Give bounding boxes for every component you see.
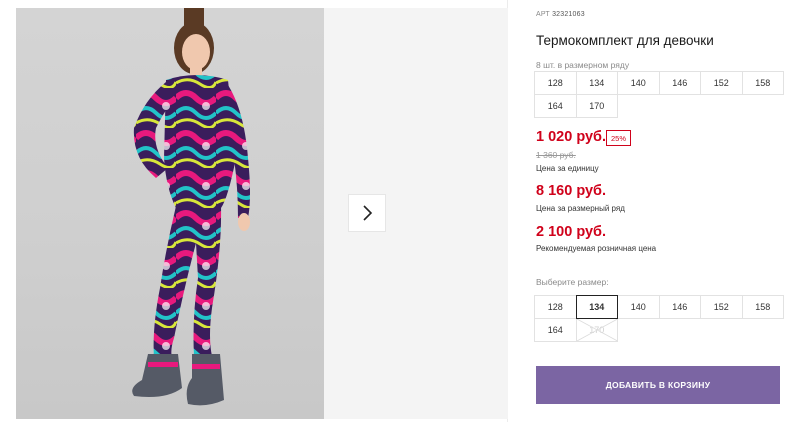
size-option-158[interactable]: 158 xyxy=(741,295,784,319)
next-image-button[interactable] xyxy=(348,194,386,232)
size-row-grid: 128 134 140 146 152 158 164 170 xyxy=(534,71,784,118)
product-gallery xyxy=(0,0,508,422)
row-price-note: Цена за размерный ряд xyxy=(536,204,625,213)
size-option-128[interactable]: 128 xyxy=(534,295,577,319)
sku-line: АРТ 32321063 xyxy=(536,11,585,18)
girl-thermal-set-image xyxy=(132,8,250,406)
size-option-170-unavailable: 170 xyxy=(575,318,618,342)
product-title: Термокомплект для девочки xyxy=(536,33,714,48)
product-photo xyxy=(16,8,324,419)
size-row-cell: 128 xyxy=(534,71,577,95)
size-row-cell: 134 xyxy=(575,71,618,95)
size-option-140[interactable]: 140 xyxy=(617,295,660,319)
size-row-label: 8 шт. в размерном ряду xyxy=(536,60,630,70)
sku-label: АРТ xyxy=(536,11,550,18)
select-size-label: Выберите размер: xyxy=(536,277,609,287)
unavailable-cross-icon xyxy=(576,319,617,341)
size-selector: 128 134 140 146 152 158 164 170 xyxy=(534,295,784,342)
size-row-cell: 170 xyxy=(575,94,618,118)
unit-price-note: Цена за единицу xyxy=(536,164,599,173)
retail-price-note: Рекомендуемая розничная цена xyxy=(536,244,657,253)
old-price: 1 360 руб. xyxy=(536,150,576,160)
row-price: 8 160 руб. xyxy=(536,183,607,199)
size-row-cell: 146 xyxy=(658,71,701,95)
sku-number: 32321063 xyxy=(552,11,585,18)
size-option-152[interactable]: 152 xyxy=(700,295,743,319)
size-row-cell: 152 xyxy=(700,71,743,95)
add-to-cart-button[interactable]: ДОБАВИТЬ В КОРЗИНУ xyxy=(536,366,780,404)
size-row-cell: 140 xyxy=(617,71,660,95)
size-option-134[interactable]: 134 xyxy=(575,295,618,319)
chevron-right-icon xyxy=(363,205,373,221)
retail-price: 2 100 руб. xyxy=(536,224,607,240)
size-option-164[interactable]: 164 xyxy=(534,318,577,342)
discount-badge: 25% xyxy=(606,130,631,146)
size-row-cell: 164 xyxy=(534,94,577,118)
size-row-cell: 158 xyxy=(741,71,784,95)
unit-price: 1 020 руб. xyxy=(536,129,607,145)
size-option-146[interactable]: 146 xyxy=(658,295,701,319)
